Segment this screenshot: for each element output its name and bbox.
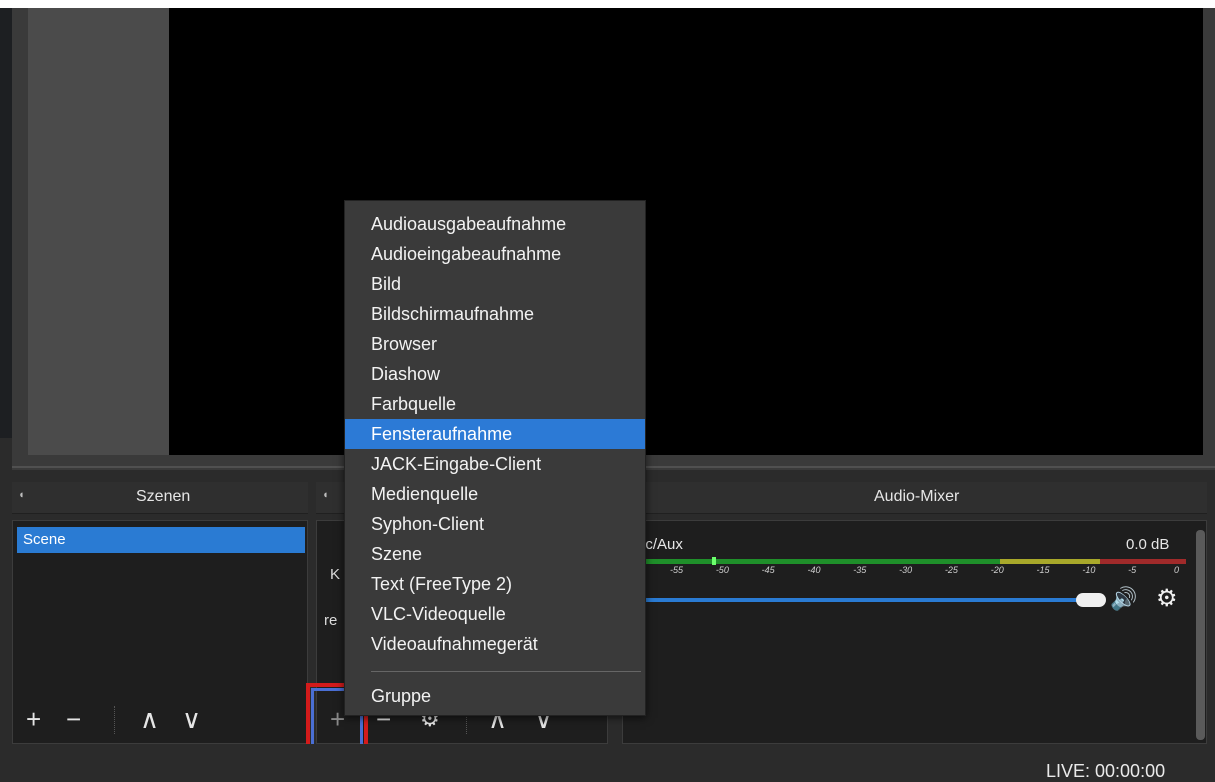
gear-icon[interactable]: ⚙ [1156, 584, 1178, 613]
add-scene-button[interactable]: + [26, 706, 41, 732]
preview-side-panel [28, 8, 170, 455]
mixer-scrollbar[interactable] [1196, 530, 1205, 740]
menu-item[interactable]: VLC-Videoquelle [345, 599, 645, 629]
volume-meter-yellow [1000, 559, 1100, 564]
meter-tick-label: -5 [1128, 565, 1137, 575]
menu-item[interactable]: Audioausgabeaufnahme [345, 209, 645, 239]
meter-tick-label: -10 [1082, 565, 1096, 575]
menu-item[interactable]: Farbquelle [345, 389, 645, 419]
menu-item[interactable]: Audioeingabeaufnahme [345, 239, 645, 269]
menu-item[interactable]: Diashow [345, 359, 645, 389]
menu-separator [371, 671, 641, 672]
left-window-edge [0, 8, 12, 438]
source-item-partial[interactable]: re [324, 612, 337, 629]
meter-tick-label: -35 [853, 565, 867, 575]
menu-item[interactable]: Text (FreeType 2) [345, 569, 645, 599]
meter-tick-label: 0 [1174, 565, 1180, 575]
scene-item[interactable]: Scene [17, 527, 305, 553]
source-item-partial[interactable]: K [330, 566, 340, 583]
menu-item[interactable]: JACK-Eingabe-Client [345, 449, 645, 479]
audio-mixer-title: Audio-Mixer [874, 488, 960, 505]
menu-item-gruppe[interactable]: Gruppe [345, 681, 645, 711]
remove-scene-button[interactable]: − [66, 706, 81, 732]
move-scene-down-button[interactable]: ∨ [182, 706, 201, 732]
menu-item[interactable]: Bildschirmaufnahme [345, 299, 645, 329]
meter-ticks: -55 -50 -45 -40 -35 -30 -25 -20 -15 -10 -5 0 [642, 565, 1186, 581]
menu-item[interactable]: Bild [345, 269, 645, 299]
menu-item[interactable]: Fensteraufnahme [345, 419, 645, 449]
mixer-level-readout: 0.0 dB [1126, 536, 1170, 553]
audio-mixer-panel [622, 520, 1207, 744]
meter-tick-label: -30 [899, 565, 913, 575]
live-timer: LIVE: 00:00:00 [1046, 761, 1166, 781]
volume-slider-track[interactable] [642, 598, 1080, 602]
menu-item[interactable]: Medienquelle [345, 479, 645, 509]
move-scene-up-button[interactable]: ∧ [140, 706, 159, 732]
float-icon[interactable]: ◖ [18, 489, 30, 501]
volume-meter-red [1100, 559, 1186, 564]
status-bar [0, 744, 1215, 782]
caption-strip [0, 0, 1215, 8]
meter-tick-label: -15 [1036, 565, 1050, 575]
preview-canvas[interactable] [169, 8, 1203, 455]
meter-tick-label: -40 [807, 565, 821, 575]
speaker-icon[interactable]: 🔊 [1110, 586, 1137, 612]
scenes-dock-title: Szenen [136, 488, 191, 505]
menu-item[interactable]: Szene [345, 539, 645, 569]
audio-mixer-dock-header: Audio-Mixer [622, 482, 1207, 514]
float-icon[interactable]: ◖ [322, 489, 334, 501]
volume-slider-handle[interactable] [1076, 593, 1106, 607]
menu-item[interactable]: Syphon-Client [345, 509, 645, 539]
meter-tick-label: -50 [715, 565, 729, 575]
toolbar-separator [114, 706, 115, 734]
mixer-channel-name: ic/Aux [642, 536, 683, 553]
scenes-dock-header: ◖ Szenen [12, 482, 308, 514]
peak-marker [712, 557, 716, 565]
menu-item[interactable]: Browser [345, 329, 645, 359]
meter-tick-label: -25 [944, 565, 958, 575]
scenes-toolbar: + − ∧ ∨ [12, 700, 308, 740]
add-source-menu: Gruppe Audioausgabeaufnahme Audioeingabea… [344, 200, 646, 716]
meter-tick-label: -45 [761, 565, 775, 575]
menu-item[interactable]: Videoaufnahmegerät [345, 629, 645, 659]
meter-tick-label: -55 [670, 565, 684, 575]
meter-tick-label: -20 [990, 565, 1004, 575]
